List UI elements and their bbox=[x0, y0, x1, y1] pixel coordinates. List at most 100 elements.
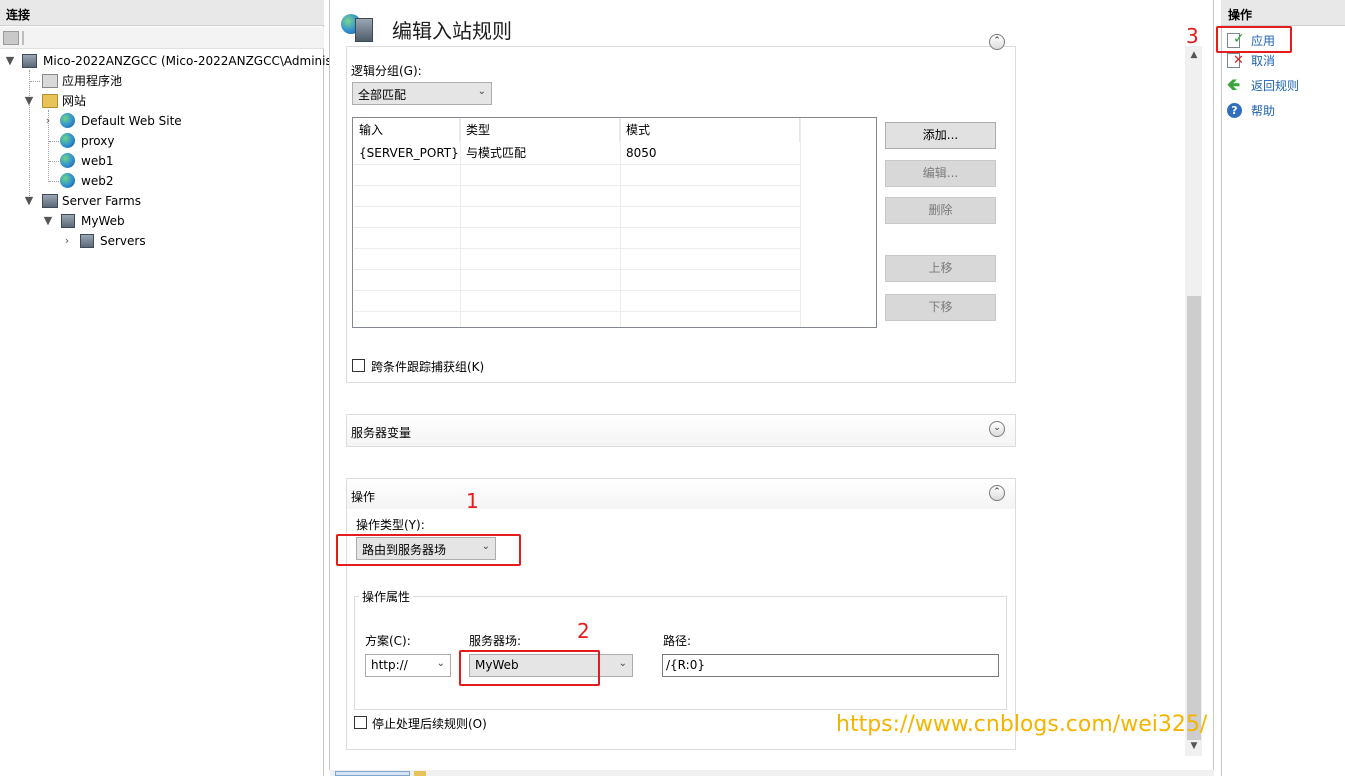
action-group-header[interactable] bbox=[347, 479, 1015, 509]
tree-item-label: web2 bbox=[81, 174, 114, 188]
collapse-icon[interactable]: ⌃ bbox=[989, 34, 1005, 50]
tree-item-label: Default Web Site bbox=[81, 114, 182, 128]
toolbar-separator bbox=[22, 31, 24, 45]
expand-icon[interactable]: ⌄ bbox=[989, 421, 1005, 437]
tree-item-farm[interactable]: ▼ MyWeb bbox=[0, 211, 324, 231]
globe-icon bbox=[60, 153, 75, 168]
action-title: 操作 bbox=[351, 490, 376, 504]
tree-item-label: 应用程序池 bbox=[62, 74, 123, 88]
tree-item-label: MyWeb bbox=[81, 214, 125, 228]
tree-item-servers[interactable]: › Servers bbox=[0, 231, 324, 251]
actions-header: 操作 bbox=[1221, 0, 1345, 26]
stop-processing-checkbox[interactable] bbox=[354, 716, 367, 729]
cancel-label: 取消 bbox=[1251, 54, 1276, 68]
cancel-action[interactable]: ✕ 取消 bbox=[1227, 51, 1337, 71]
tree-item-site[interactable]: proxy bbox=[0, 131, 324, 151]
page-title: 编辑入站规则 bbox=[392, 19, 512, 43]
tree-item-site[interactable]: web1 bbox=[0, 151, 324, 171]
tree-item-server[interactable]: ▼ Mico-2022ANZGCC (Mico-2022ANZGCC\Admin… bbox=[0, 51, 332, 71]
help-action[interactable]: ? 帮助 bbox=[1227, 101, 1337, 121]
watermark-text: https://www.cnblogs.com/wei325/ bbox=[836, 712, 1208, 737]
globe-icon bbox=[60, 113, 75, 128]
connections-header: 连接 bbox=[0, 0, 324, 26]
scheme-label: 方案(C): bbox=[365, 634, 411, 648]
back-arrow-icon: 🡸 bbox=[1227, 75, 1240, 94]
annotation-box-apply bbox=[1216, 26, 1292, 53]
edit-condition-button[interactable]: 编辑... bbox=[885, 160, 996, 187]
connect-icon[interactable] bbox=[3, 31, 19, 45]
logical-group-select[interactable]: 全部匹配 ⌄ bbox=[352, 82, 492, 105]
server-farm-icon bbox=[42, 194, 58, 208]
chevron-down-icon[interactable]: ▼ bbox=[4, 51, 16, 71]
scheme-value: http:// bbox=[371, 658, 408, 672]
chevron-down-icon[interactable]: ▼ bbox=[23, 91, 35, 111]
chevron-down-icon: ⌄ bbox=[477, 86, 486, 97]
connections-toolbar bbox=[0, 27, 324, 49]
close-icon: ✕ bbox=[1233, 53, 1244, 68]
grid-line bbox=[354, 248, 801, 249]
logical-group-label: 逻辑分组(G): bbox=[351, 64, 422, 78]
farm-label: 服务器场: bbox=[469, 634, 522, 648]
conditions-grid[interactable]: 输入 类型 模式 {SERVER_PORT} 与模式匹配 8050 bbox=[352, 117, 877, 328]
globe-icon bbox=[60, 173, 75, 188]
view-tabs-bar bbox=[330, 770, 1214, 776]
servers-icon bbox=[80, 234, 94, 248]
server-icon bbox=[22, 54, 37, 68]
grid-line bbox=[354, 185, 801, 186]
tree-item-label: proxy bbox=[81, 134, 115, 148]
annotation-number-1: 1 bbox=[466, 489, 479, 513]
column-header-pattern[interactable]: 模式 bbox=[620, 118, 800, 142]
grid-line bbox=[354, 206, 801, 207]
tree-item-label: Mico-2022ANZGCC (Mico-2022ANZGCC\Adminis bbox=[43, 54, 332, 68]
tree-item-app-pools[interactable]: 应用程序池 bbox=[0, 71, 324, 91]
table-cell[interactable]: {SERVER_PORT} bbox=[353, 143, 460, 164]
features-view-tab[interactable] bbox=[335, 771, 410, 776]
annotation-number-2: 2 bbox=[577, 619, 590, 643]
chevron-down-icon[interactable]: ▼ bbox=[23, 191, 35, 211]
chevron-right-icon[interactable]: › bbox=[42, 111, 54, 131]
chevron-down-icon[interactable]: ▼ bbox=[42, 211, 54, 231]
delete-condition-button[interactable]: 删除 bbox=[885, 197, 996, 224]
column-header-input[interactable]: 输入 bbox=[353, 118, 460, 142]
folder-icon bbox=[42, 94, 58, 108]
grid-line bbox=[354, 311, 801, 312]
scrollbar-thumb[interactable] bbox=[1187, 296, 1201, 740]
scroll-down-icon[interactable]: ▼ bbox=[1188, 741, 1200, 753]
track-groups-checkbox[interactable] bbox=[352, 359, 365, 372]
server-variables-group[interactable] bbox=[346, 414, 1016, 447]
chevron-right-icon[interactable]: › bbox=[61, 231, 73, 251]
app-pool-icon bbox=[42, 74, 58, 88]
column-header-type[interactable]: 类型 bbox=[460, 118, 620, 142]
grid-line bbox=[354, 269, 801, 270]
action-properties-fieldset bbox=[354, 596, 1007, 710]
stop-processing-label: 停止处理后续规则(O) bbox=[372, 717, 487, 731]
server-farm-icon bbox=[61, 214, 75, 228]
back-label: 返回规则 bbox=[1251, 79, 1300, 93]
tree-item-label: web1 bbox=[81, 154, 114, 168]
grid-line bbox=[354, 290, 801, 291]
scheme-select[interactable]: http:// ⌄ bbox=[365, 654, 451, 677]
grid-line bbox=[354, 227, 801, 228]
server-variables-title: 服务器变量 bbox=[351, 426, 412, 440]
help-icon: ? bbox=[1227, 103, 1242, 118]
tree-item-server-farms[interactable]: ▼ Server Farms bbox=[0, 191, 324, 211]
path-input[interactable]: /{R:0} bbox=[662, 654, 999, 677]
tree-item-label: Servers bbox=[100, 234, 146, 248]
content-view-icon[interactable] bbox=[414, 771, 426, 776]
back-to-rules-action[interactable]: 🡸 返回规则 bbox=[1227, 75, 1337, 96]
table-cell[interactable]: 与模式匹配 bbox=[460, 143, 620, 164]
table-cell[interactable]: 8050 bbox=[620, 143, 800, 164]
collapse-icon[interactable]: ⌃ bbox=[989, 485, 1005, 501]
path-label: 路径: bbox=[663, 634, 692, 648]
add-condition-button[interactable]: 添加... bbox=[885, 122, 996, 149]
chevron-down-icon: ⌄ bbox=[618, 658, 627, 669]
grid-line bbox=[800, 118, 801, 327]
tree-item-site[interactable]: web2 bbox=[0, 171, 324, 191]
action-type-label: 操作类型(Y): bbox=[356, 518, 425, 532]
scroll-up-icon[interactable]: ▲ bbox=[1188, 50, 1200, 62]
tree-item-site[interactable]: › Default Web Site bbox=[0, 111, 324, 131]
move-down-button[interactable]: 下移 bbox=[885, 294, 996, 321]
tree-item-sites[interactable]: ▼ 网站 bbox=[0, 91, 324, 111]
move-up-button[interactable]: 上移 bbox=[885, 255, 996, 282]
action-properties-title: 操作属性 bbox=[359, 588, 414, 605]
